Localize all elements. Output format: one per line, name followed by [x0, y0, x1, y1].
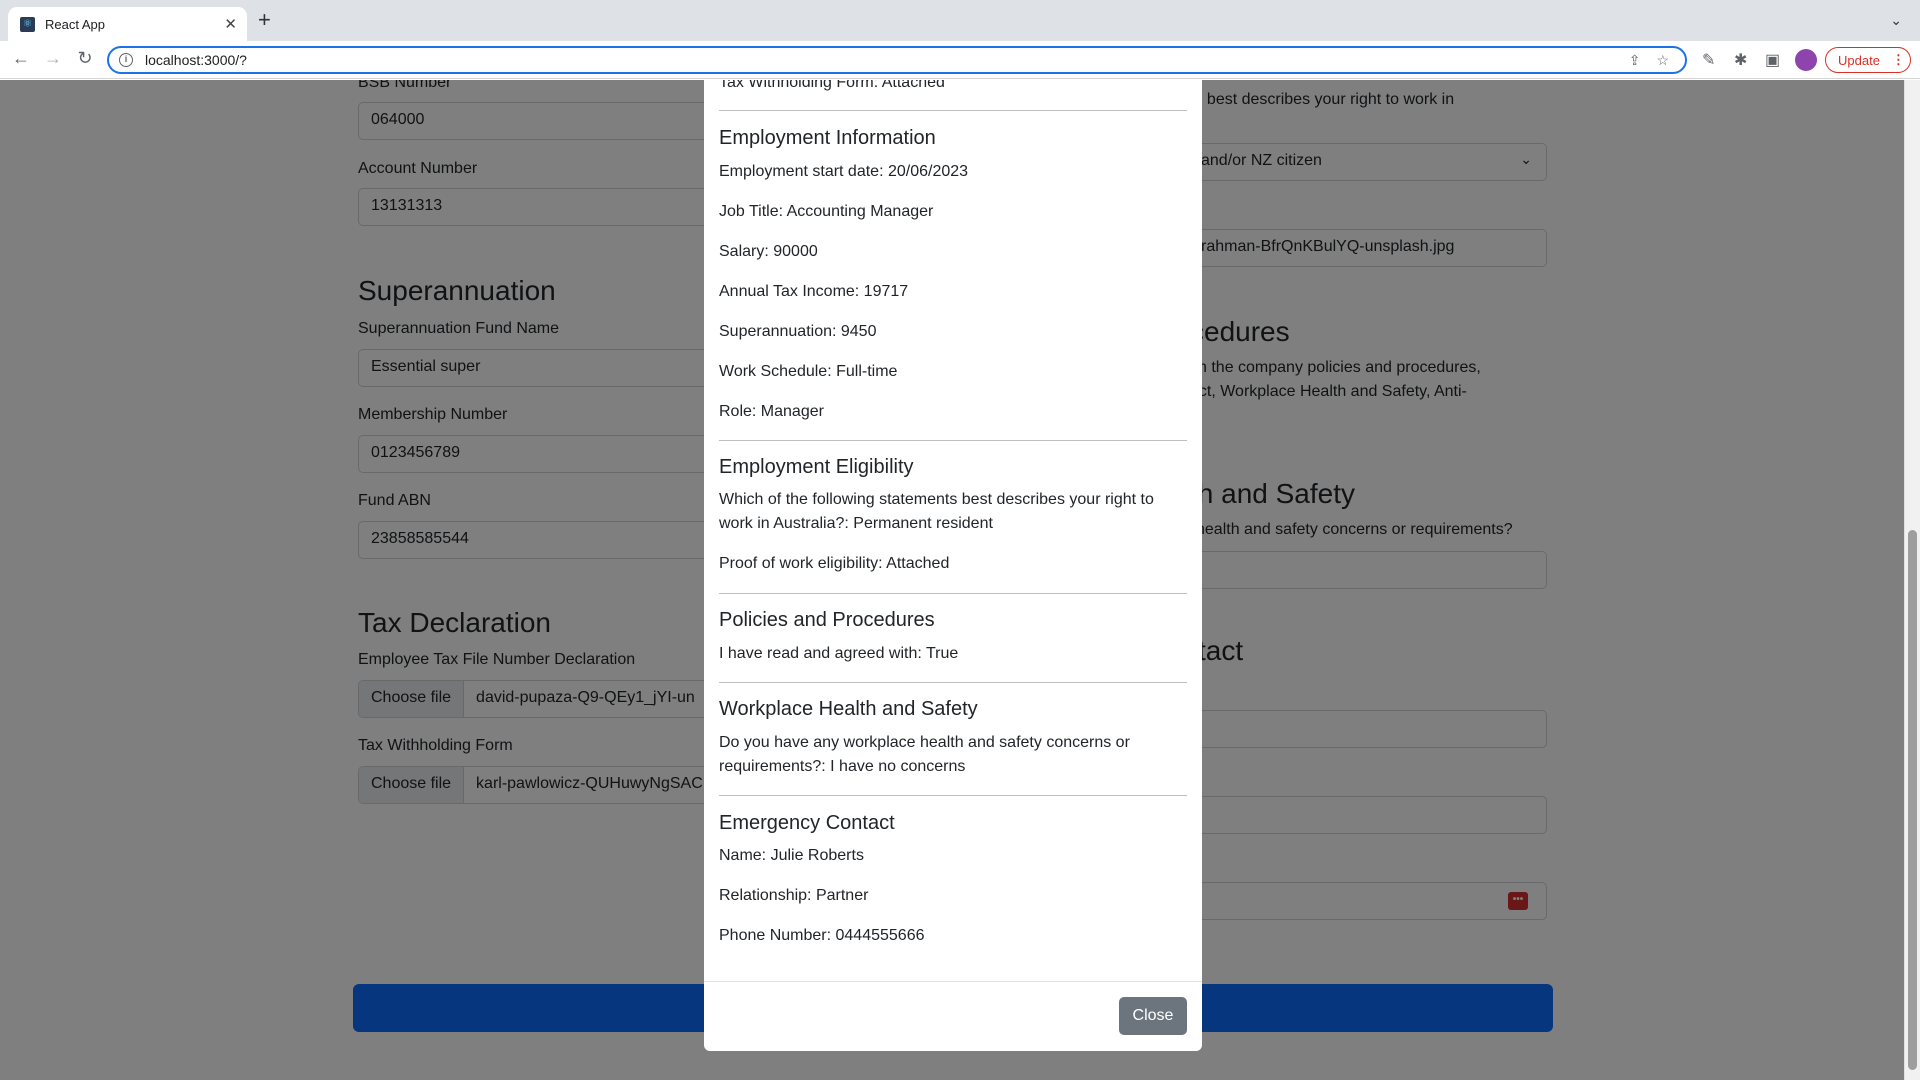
- emergency-heading: Emergency Contact: [719, 812, 895, 834]
- whs-heading: Workplace Health and Safety: [719, 698, 978, 720]
- menu-dots-icon: ⋮: [1891, 52, 1905, 67]
- bookmark-star-icon[interactable]: ☆: [1656, 52, 1669, 69]
- divider: [719, 110, 1187, 111]
- divider: [719, 593, 1187, 594]
- extensions-puzzle-icon[interactable]: ✱: [1734, 50, 1747, 70]
- reload-icon[interactable]: ↻: [73, 48, 97, 69]
- superannuation-amount: Superannuation: 9450: [719, 323, 877, 340]
- browser-tab-bar: ⚛ React App ✕ + ⌄: [0, 0, 1920, 41]
- eligibility-heading: Employment Eligibility: [719, 456, 914, 478]
- employment-info-heading: Employment Information: [719, 127, 936, 149]
- divider: [719, 682, 1187, 683]
- react-favicon-icon: ⚛: [20, 16, 35, 32]
- new-tab-icon[interactable]: +: [258, 9, 271, 31]
- modal-body: Tax Withholding Form: Attached Employmen…: [704, 80, 1202, 981]
- tab-title: React App: [45, 16, 105, 32]
- divider: [719, 795, 1187, 796]
- role: Role: Manager: [719, 403, 824, 420]
- site-info-icon[interactable]: i: [119, 53, 133, 67]
- scrollbar-thumb[interactable]: [1908, 530, 1917, 1070]
- divider: [719, 440, 1187, 441]
- back-icon[interactable]: ←: [9, 48, 33, 69]
- share-icon[interactable]: ⇪: [1629, 52, 1641, 69]
- extension-pen-icon[interactable]: ✎: [1702, 50, 1715, 70]
- browser-tab[interactable]: ⚛ React App ✕: [8, 7, 247, 41]
- eligibility-answer: Which of the following statements best d…: [719, 491, 1154, 532]
- tab-search-chevron-icon[interactable]: ⌄: [1890, 12, 1902, 29]
- page-content: BSB Number 064000 Account Number 1313131…: [0, 80, 1904, 1080]
- work-schedule: Work Schedule: Full-time: [719, 363, 898, 380]
- job-title: Job Title: Accounting Manager: [719, 203, 934, 220]
- browser-toolbar: ← → ↻ i localhost:3000/? ⇪ ☆ ✎ ✱ ▣ Updat…: [0, 41, 1920, 79]
- start-date: Employment start date: 20/06/2023: [719, 163, 969, 180]
- address-bar[interactable]: i localhost:3000/? ⇪ ☆: [107, 46, 1687, 74]
- withholding-status: Tax Withholding Form: Attached: [719, 80, 945, 91]
- policies-procedures-heading: Policies and Procedures: [719, 609, 935, 631]
- close-button[interactable]: Close: [1119, 997, 1187, 1035]
- annual-tax-income: Annual Tax Income: 19717: [719, 283, 909, 300]
- summary-modal: Tax Withholding Form: Attached Employmen…: [704, 80, 1202, 1051]
- contact-name: Name: Julie Roberts: [719, 847, 864, 864]
- contact-relationship: Relationship: Partner: [719, 887, 869, 904]
- proof-of-eligibility: Proof of work eligibility: Attached: [719, 555, 950, 572]
- modal-footer-divider: [704, 981, 1202, 982]
- close-tab-icon[interactable]: ✕: [224, 15, 237, 33]
- side-panel-icon[interactable]: ▣: [1765, 50, 1780, 70]
- contact-phone: Phone Number: 0444555666: [719, 927, 925, 944]
- update-button[interactable]: Update ⋮: [1825, 47, 1911, 73]
- forward-icon[interactable]: →: [41, 48, 65, 69]
- profile-avatar[interactable]: [1795, 49, 1817, 71]
- whs-answer: Do you have any workplace health and saf…: [719, 734, 1130, 775]
- page-scrollbar[interactable]: [1904, 80, 1920, 1080]
- policies-agreement: I have read and agreed with: True: [719, 645, 959, 662]
- url-text: localhost:3000/?: [145, 52, 247, 68]
- salary: Salary: 90000: [719, 243, 818, 260]
- update-label: Update: [1838, 52, 1880, 68]
